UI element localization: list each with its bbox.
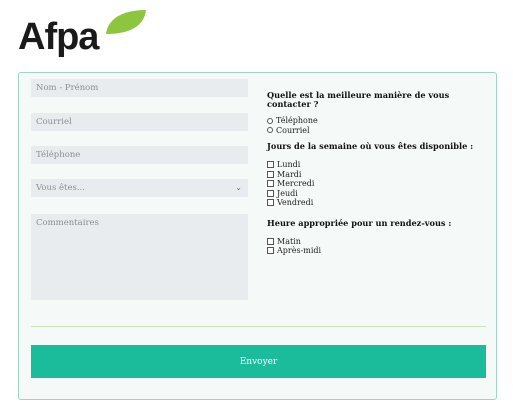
time-option-afternoon[interactable]: Après-midi — [267, 246, 487, 256]
time-option-morning[interactable]: Matin — [267, 237, 487, 247]
time-question: Heure appropriée pour un rendez-vous : — [267, 217, 452, 228]
day-option-friday[interactable]: Vendredi — [267, 198, 487, 208]
logo-text: Afpa — [18, 16, 99, 58]
contact-option-phone[interactable]: Téléphone — [267, 116, 487, 126]
contact-option-email[interactable]: Courriel — [267, 126, 487, 136]
radio-email[interactable] — [267, 127, 273, 134]
contact-form: Vous êtes... ⌄ Quelle est la meilleure m… — [18, 72, 497, 400]
radio-phone[interactable] — [267, 117, 273, 124]
time-label: Après-midi — [277, 246, 322, 255]
checkbox-tuesday[interactable] — [267, 170, 274, 178]
leaf-icon — [106, 10, 146, 34]
checkbox-monday[interactable] — [267, 161, 274, 169]
day-label: Mardi — [277, 169, 302, 179]
day-option-thursday[interactable]: Jeudi — [267, 189, 487, 199]
day-option-wednesday[interactable]: Mercredi — [267, 179, 487, 189]
form-divider — [31, 326, 486, 327]
preferences-panel: Quelle est la meilleure manière de vous … — [267, 91, 487, 256]
day-label: Vendredi — [277, 198, 314, 207]
submit-button[interactable]: Envoyer — [31, 345, 486, 378]
day-option-monday[interactable]: Lundi — [267, 160, 487, 170]
comments-textarea[interactable] — [31, 214, 248, 300]
day-label: Lundi — [277, 160, 301, 169]
status-select-value: Vous êtes... — [36, 183, 85, 193]
checkbox-thursday[interactable] — [267, 189, 274, 197]
checkbox-wednesday[interactable] — [267, 180, 274, 188]
chevron-down-icon: ⌄ — [235, 183, 242, 192]
phone-input[interactable] — [31, 146, 248, 164]
days-question: Jours de la semaine où vous êtes disponi… — [267, 141, 474, 151]
email-input[interactable] — [31, 113, 248, 131]
contact-option-label: Téléphone — [276, 116, 318, 125]
day-label: Mercredi — [277, 179, 315, 188]
time-label: Matin — [277, 236, 301, 246]
checkbox-afternoon[interactable] — [267, 247, 274, 255]
status-select[interactable]: Vous êtes... ⌄ — [31, 179, 248, 197]
name-input[interactable] — [31, 79, 248, 97]
contact-question: Quelle est la meilleure manière de vous … — [267, 90, 450, 109]
contact-option-label: Courriel — [276, 125, 310, 135]
day-label: Jeudi — [277, 188, 298, 198]
checkbox-friday[interactable] — [267, 199, 274, 207]
afpa-logo: Afpa — [18, 8, 146, 58]
checkbox-morning[interactable] — [267, 237, 274, 245]
day-option-tuesday[interactable]: Mardi — [267, 170, 487, 180]
